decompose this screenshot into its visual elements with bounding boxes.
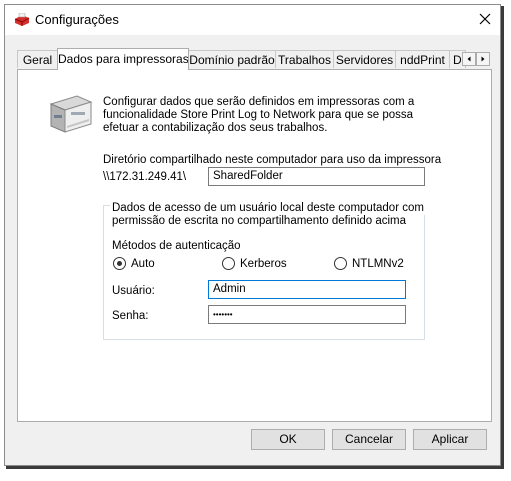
tab-panel: Configurar dados que serão definidos em … xyxy=(17,69,492,422)
share-prefix: \\172.31.249.41\ xyxy=(103,171,187,183)
radio-kerberos-label: Kerberos xyxy=(240,258,287,270)
shared-dir-label: Diretório compartilhado neste computador… xyxy=(103,154,442,166)
password-label: Senha: xyxy=(112,310,149,322)
close-button[interactable] xyxy=(470,5,500,35)
tab-scroll-left[interactable] xyxy=(462,52,476,66)
intro-line-2: funcionalidade Store Print Log to Networ… xyxy=(103,109,414,121)
tab-strip: Geral Dados para impressoras Domínio pad… xyxy=(17,48,492,70)
radio-kerberos[interactable] xyxy=(222,257,235,270)
apply-button[interactable]: Aplicar xyxy=(413,429,487,450)
ok-button[interactable]: OK xyxy=(251,429,325,450)
shared-folder-input[interactable]: SharedFolder xyxy=(208,167,425,186)
window-title: Configurações xyxy=(35,12,119,27)
printer-icon xyxy=(49,95,93,133)
auth-methods-label: Métodos de autenticação xyxy=(112,240,241,252)
group-line-1: Dados de acesso de um usuário local dest… xyxy=(110,202,426,215)
tab-nddprint[interactable]: nddPrint xyxy=(395,50,450,68)
arrow-right-icon xyxy=(481,56,485,62)
intro-line-3: efetuar a contabilização dos seus trabal… xyxy=(103,122,328,134)
cancel-button[interactable]: Cancelar xyxy=(332,429,406,450)
close-icon xyxy=(479,13,491,25)
user-input[interactable]: Admin xyxy=(208,280,406,299)
tab-dominio-padrao[interactable]: Domínio padrão xyxy=(188,50,276,68)
intro-line-1: Configurar dados que serão definidos em … xyxy=(103,96,415,108)
settings-dialog: Configurações Geral Dados para impressor… xyxy=(4,4,501,466)
radio-ntlmnv2[interactable] xyxy=(334,257,347,270)
tab-dados-impressoras[interactable]: Dados para impressoras xyxy=(57,48,189,70)
tab-servidores[interactable]: Servidores xyxy=(333,50,396,68)
tab-scroll-right[interactable] xyxy=(476,52,490,66)
arrow-left-icon xyxy=(467,56,471,62)
radio-ntlmnv2-label: NTLMNv2 xyxy=(352,258,404,270)
title-bar: Configurações xyxy=(5,5,500,35)
tab-trabalhos[interactable]: Trabalhos xyxy=(275,50,334,68)
radio-auto-label: Auto xyxy=(131,258,155,270)
tab-geral[interactable]: Geral xyxy=(17,50,58,68)
app-icon xyxy=(14,13,30,26)
radio-auto[interactable] xyxy=(113,257,126,270)
radio-selected-dot xyxy=(117,261,122,266)
group-line-2: permissão de escrita no compartilhamento… xyxy=(112,215,407,227)
password-input[interactable]: ••••••• xyxy=(208,305,406,324)
user-label: Usuário: xyxy=(112,285,155,297)
